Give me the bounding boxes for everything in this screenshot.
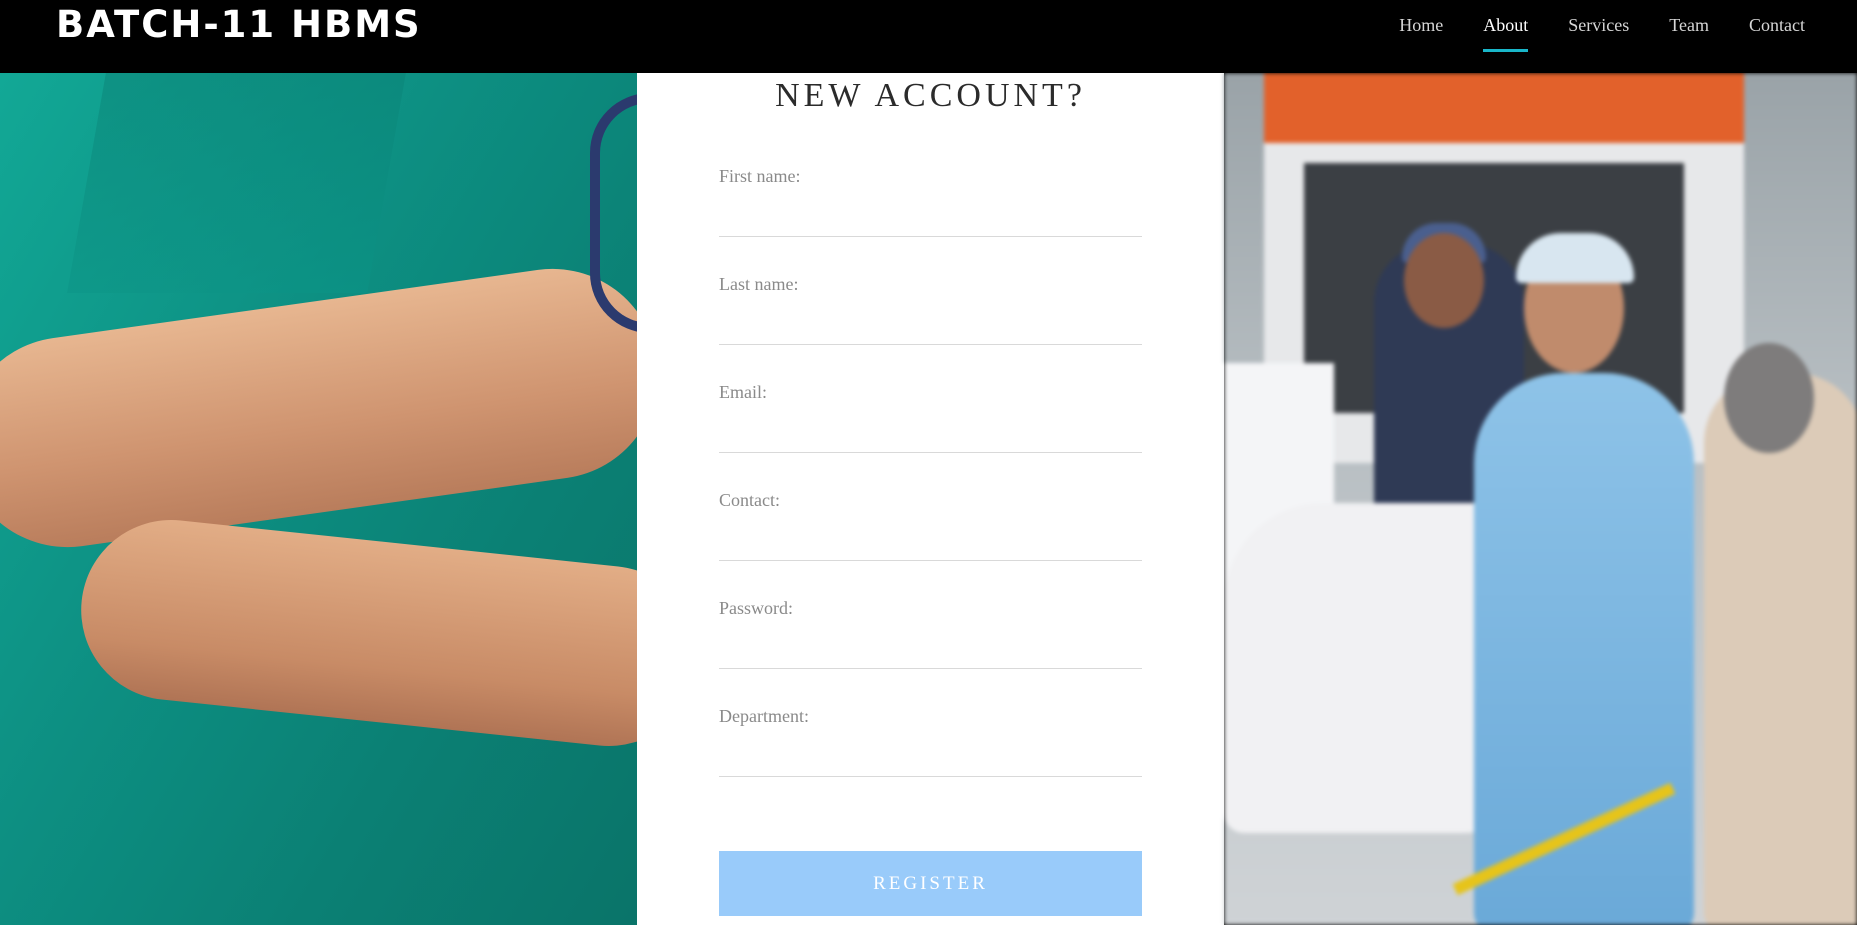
nurse-figure [1474,373,1694,925]
top-navbar: BATCH-11 HBMS Home About Services Team C… [0,0,1857,73]
paramedic-head [1404,233,1484,328]
nav-item-team[interactable]: Team [1669,0,1709,36]
contact-label: Contact: [719,490,780,510]
ambulance-nurse-image [1224,73,1857,925]
nav-item-services[interactable]: Services [1568,0,1629,36]
last-name-input[interactable] [719,310,1142,345]
nav-item-contact[interactable]: Contact [1749,0,1805,36]
first-name-label: First name: [719,166,801,186]
nav-item-label: About [1483,15,1529,35]
password-label: Password: [719,598,794,618]
scrub-collar [67,73,413,293]
form-title: NEW ACCOUNT? [775,77,1086,114]
nav-item-label: Team [1669,15,1709,35]
registration-panel: NEW ACCOUNT? First name: Last name: Emai… [637,73,1224,925]
contact-field: Contact: [719,490,1142,580]
email-input[interactable] [719,418,1142,453]
doctor-arms-crossed-image [0,73,637,925]
password-field: Password: [719,598,1142,688]
assistant-figure [1704,373,1857,925]
email-label: Email: [719,382,767,402]
last-name-label: Last name: [719,274,799,294]
nav-item-label: Home [1399,15,1444,35]
active-nav-underline [1483,49,1529,52]
nav-menu: Home About Services Team Contact [1359,0,1805,73]
first-name-field: First name: [719,166,1142,256]
brand-logo-text[interactable]: BATCH-11 HBMS [56,2,422,48]
nav-item-about[interactable]: About [1483,0,1529,52]
hero-section: NEW ACCOUNT? First name: Last name: Emai… [0,73,1857,925]
stethoscope [590,93,637,333]
department-label: Department: [719,706,809,726]
contact-input[interactable] [719,526,1142,561]
last-name-field: Last name: [719,274,1142,364]
nav-item-home[interactable]: Home [1399,0,1443,36]
nav-item-label: Contact [1749,15,1805,35]
nav-item-label: Services [1568,15,1630,35]
password-input[interactable] [719,634,1142,669]
department-field: Department: [719,706,1142,796]
first-name-input[interactable] [719,202,1142,237]
assistant-head [1724,343,1814,453]
email-field: Email: [719,382,1142,472]
department-input[interactable] [719,742,1142,777]
register-button[interactable]: REGISTER [719,851,1142,916]
